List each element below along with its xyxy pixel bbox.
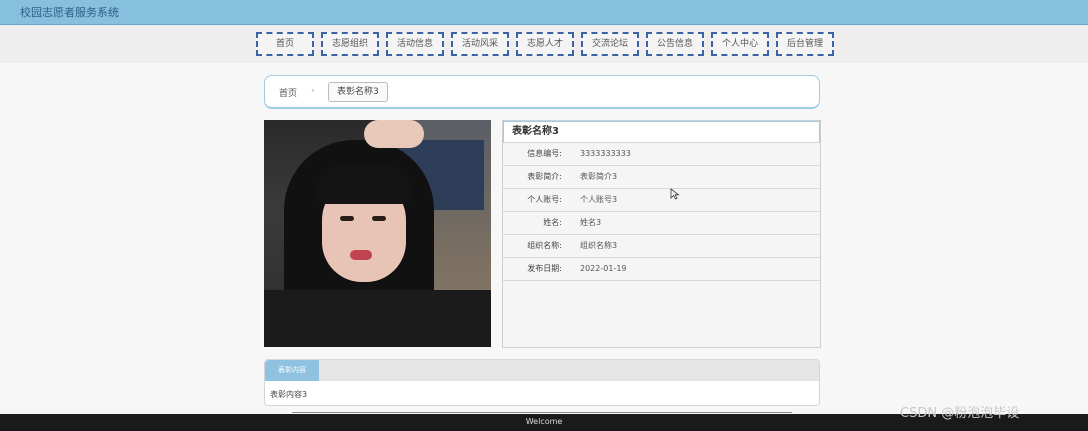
detail-label: 姓名: [543, 218, 562, 227]
detail-value: 表彰简介3 [580, 172, 618, 181]
content-panel: 表彰内容 表彰内容3 [264, 359, 820, 406]
breadcrumb-home-link[interactable]: 首页 [279, 86, 297, 99]
nav-item-admin[interactable]: 后台管理 [776, 32, 834, 56]
content-tabbar: 表彰内容 [265, 360, 819, 381]
mouse-cursor-icon [670, 188, 680, 200]
detail-label: 个人账号: [527, 195, 562, 204]
nav-item-personal-center[interactable]: 个人中心 [711, 32, 769, 56]
detail-label: 表彰简介: [527, 172, 562, 181]
detail-row: 个人账号: 个人账号3 [503, 189, 820, 212]
nav-item-activity-gallery[interactable]: 活动风采 [451, 32, 509, 56]
tab-award-content[interactable]: 表彰内容 [265, 360, 319, 381]
watermark: CSDN @粉泡泡毕设 [900, 406, 1020, 421]
nav-item-activity-info[interactable]: 活动信息 [386, 32, 444, 56]
nav-item-home[interactable]: 首页 [256, 32, 314, 56]
detail-row: 姓名: 姓名3 [503, 212, 820, 235]
detail-row: 组织名称: 组织名称3 [503, 235, 820, 258]
award-photo [264, 120, 491, 347]
detail-value: 个人账号3 [580, 195, 618, 204]
detail-label: 发布日期: [527, 264, 562, 273]
detail-row: 发布日期: 2022-01-19 [503, 258, 820, 281]
detail-panel: 表彰名称3 信息编号: 3333333333 表彰简介: 表彰简介3 个人账号:… [502, 120, 821, 348]
detail-label: 组织名称: [527, 241, 562, 250]
photo-arm [364, 120, 424, 148]
detail-row: 表彰简介: 表彰简介3 [503, 166, 820, 189]
photo-lips [350, 250, 372, 260]
top-header-bar: 校园志愿者服务系统 [0, 0, 1088, 25]
nav-item-forum[interactable]: 交流论坛 [581, 32, 639, 56]
detail-label: 信息编号: [527, 149, 562, 158]
detail-row: 信息编号: 3333333333 [503, 143, 820, 166]
detail-value: 3333333333 [580, 149, 631, 158]
detail-value: 组织名称3 [580, 241, 618, 250]
footer-divider [292, 412, 792, 413]
photo-eye-right [372, 216, 386, 221]
photo-shirt [264, 290, 491, 347]
breadcrumb-current: 表彰名称3 [328, 82, 388, 102]
detail-value: 姓名3 [580, 218, 602, 227]
photo-eye-left [340, 216, 354, 221]
content-text: 表彰内容3 [270, 390, 308, 399]
app-title: 校园志愿者服务系统 [20, 6, 119, 19]
detail-title: 表彰名称3 [503, 121, 820, 143]
nav-item-announcements[interactable]: 公告信息 [646, 32, 704, 56]
breadcrumb-separator: › [311, 86, 315, 96]
detail-value: 2022-01-19 [580, 264, 627, 273]
photo-bangs [316, 164, 412, 204]
breadcrumb: 首页 › 表彰名称3 [264, 75, 820, 109]
nav-item-volunteer-org[interactable]: 志愿组织 [321, 32, 379, 56]
nav-item-volunteer-talent[interactable]: 志愿人才 [516, 32, 574, 56]
main-nav: 首页 志愿组织 活动信息 活动风采 志愿人才 交流论坛 公告信息 个人中心 后台… [256, 32, 834, 56]
